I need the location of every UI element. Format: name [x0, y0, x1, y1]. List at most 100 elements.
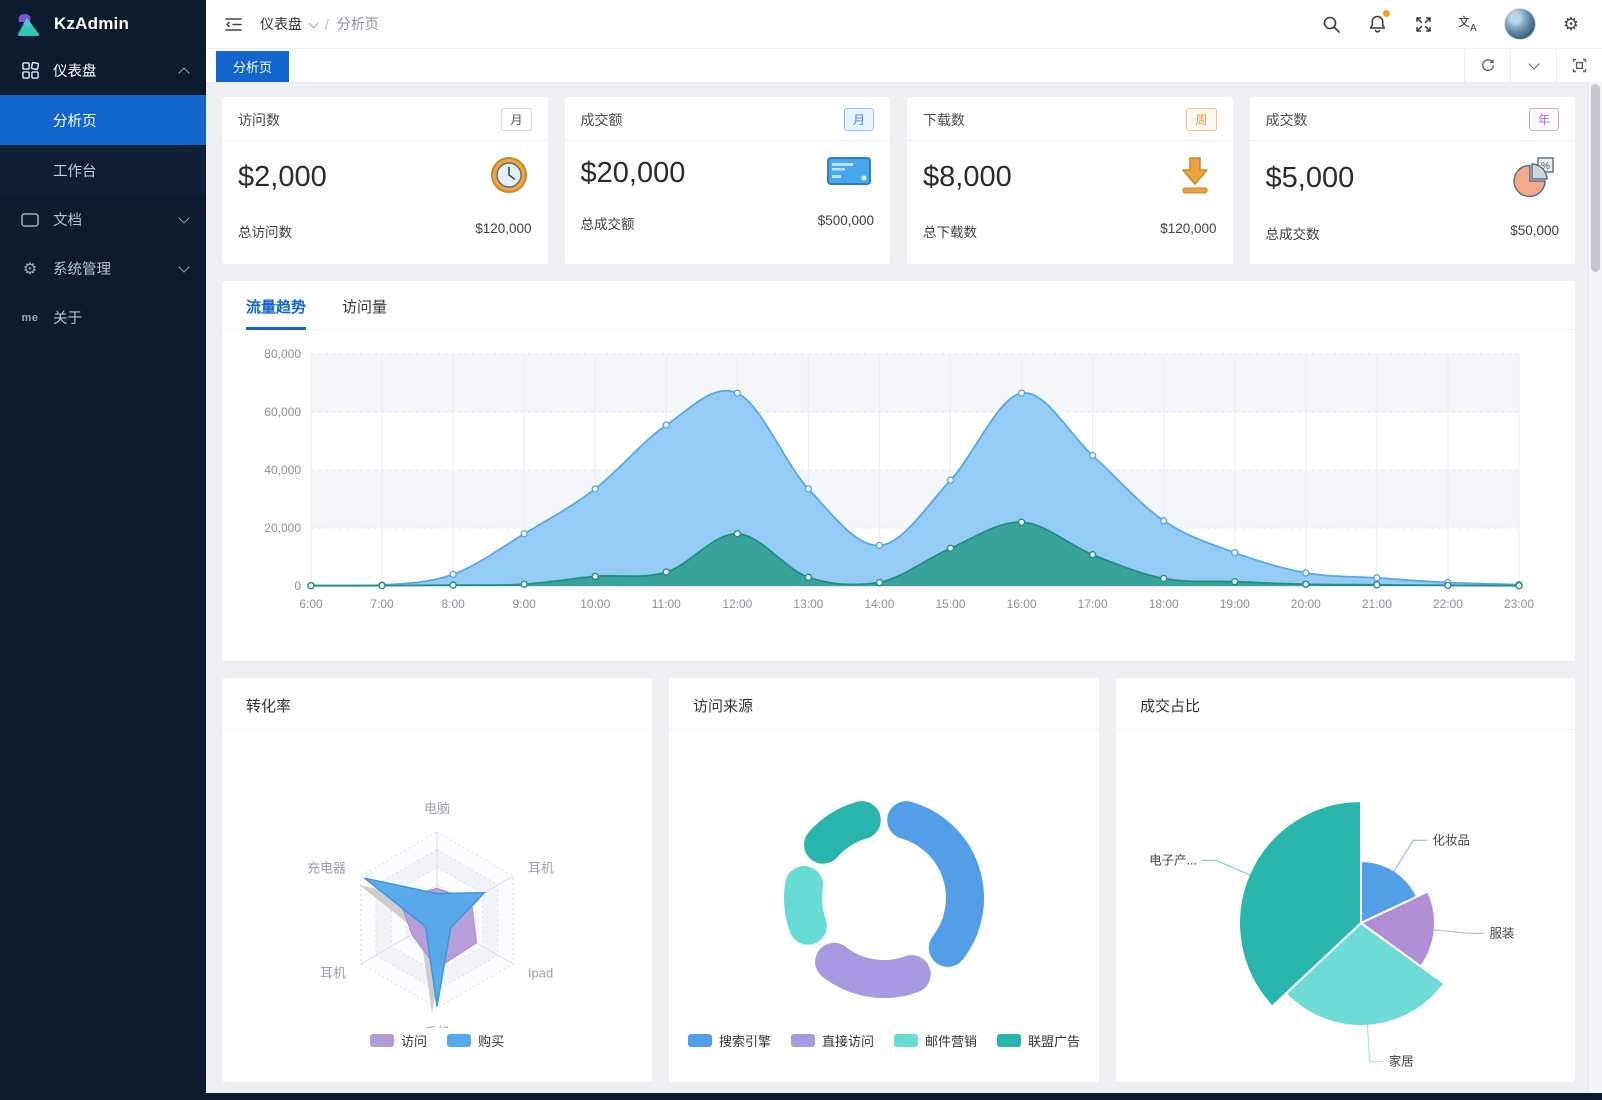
stat-card-title: 访问数 [238, 110, 280, 130]
stat-footer-label: 总成交额 [581, 213, 635, 233]
settings-gear-icon[interactable]: ⚙ [1560, 13, 1582, 35]
sidebar-item-system[interactable]: ⚙ 系统管理 [0, 244, 206, 293]
sidebar-item-about[interactable]: me 关于 [0, 293, 206, 342]
fullscreen-icon[interactable] [1412, 13, 1434, 35]
sidebar-menu: 仪表盘 分析页 工作台 文档 ⚙ 系统管理 me [0, 46, 206, 342]
svg-text:18:00: 18:00 [1148, 597, 1178, 611]
notification-bell-icon[interactable] [1366, 13, 1388, 35]
svg-text:23:00: 23:00 [1503, 597, 1533, 611]
svg-text:17:00: 17:00 [1077, 597, 1107, 611]
download-icon [1175, 154, 1215, 201]
panel-title: 成交占比 [1116, 678, 1575, 730]
tabs-controls [1464, 49, 1602, 82]
stat-card-title: 成交额 [581, 110, 623, 130]
visit-sources-card: 访问来源 搜索引擎 直接访问 邮件营销 联盟广告 [669, 678, 1099, 1082]
sidebar-item-label: 系统管理 [53, 258, 180, 279]
svg-text:13:00: 13:00 [793, 597, 823, 611]
svg-text:8:00: 8:00 [441, 597, 465, 611]
avatar[interactable] [1504, 8, 1536, 40]
sidebar-item-label: 文档 [53, 209, 180, 230]
legend-item[interactable]: 访问 [370, 1031, 427, 1050]
tab-traffic-trend[interactable]: 流量趋势 [246, 296, 306, 329]
svg-text:12:00: 12:00 [722, 597, 752, 611]
scrollbar[interactable] [1588, 82, 1602, 1093]
svg-text:电脑: 电脑 [424, 801, 450, 816]
legend-swatch [997, 1034, 1021, 1047]
stat-card-value: $20,000 [581, 157, 686, 190]
stat-card-body: $20,000 [565, 141, 891, 193]
legend-item[interactable]: 直接访问 [791, 1031, 874, 1050]
translate-icon[interactable]: 文A [1458, 13, 1480, 35]
stat-card-header: 成交额 月 [565, 97, 891, 141]
main-area: 仪表盘 / 分析页 文A ⚙ [206, 0, 1602, 1100]
maximize-icon[interactable] [1556, 49, 1602, 82]
legend-swatch [894, 1034, 918, 1047]
period-badge[interactable]: 月 [844, 108, 874, 131]
sidebar-item-docs[interactable]: 文档 [0, 195, 206, 244]
stat-card-header: 访问数 月 [222, 97, 548, 141]
panel-title: 转化率 [222, 678, 652, 730]
doc-window-icon [20, 212, 40, 228]
sidebar-item-workbench[interactable]: 工作台 [0, 145, 206, 195]
radar-legend: 访问 购买 [222, 1031, 652, 1050]
svg-text:15:00: 15:00 [935, 597, 965, 611]
credit-card-icon [826, 154, 872, 193]
legend-item[interactable]: 购买 [447, 1031, 504, 1050]
collapse-sidebar-icon[interactable] [222, 13, 244, 35]
legend-item[interactable]: 联盟广告 [997, 1031, 1080, 1050]
logo[interactable]: KzAdmin [0, 0, 206, 46]
traffic-trend-chart: 020,00040,00060,00080,0006:007:008:009:0… [229, 338, 1569, 640]
legend-label: 购买 [478, 1031, 504, 1050]
legend-item[interactable]: 邮件营销 [894, 1031, 977, 1050]
period-badge[interactable]: 月 [501, 108, 531, 131]
sidebar-item-label: 关于 [53, 307, 188, 328]
chevron-up-icon [178, 67, 189, 78]
tab-analysis[interactable]: 分析页 [216, 51, 289, 82]
svg-text:耳机: 耳机 [320, 966, 346, 981]
stat-card: 成交数年$5,000%总成交数$50,000 [1250, 97, 1576, 264]
svg-text:14:00: 14:00 [864, 597, 894, 611]
conversion-rate-card: 转化率 电脑耳机Ipad手机耳机充电器 访问购买 [222, 678, 652, 1082]
trend-tabs: 流量趋势 访问量 [222, 281, 1575, 330]
refresh-icon[interactable] [1464, 49, 1510, 82]
svg-text:化妆品: 化妆品 [1433, 833, 1471, 847]
svg-text:文: 文 [1458, 14, 1470, 29]
sidebar-item-dashboard[interactable]: 仪表盘 [0, 46, 206, 95]
topbar-icons: 文A ⚙ [1320, 8, 1582, 40]
legend-swatch [791, 1034, 815, 1047]
breadcrumb-analysis[interactable]: 分析页 [337, 14, 379, 34]
legend-item[interactable]: 搜索引擎 [688, 1031, 771, 1050]
legend-label: 访问 [401, 1031, 427, 1050]
stat-card-value: $2,000 [238, 161, 327, 194]
legend-label: 邮件营销 [925, 1031, 977, 1050]
tabs-chevron-down-icon[interactable] [1510, 49, 1556, 82]
stat-card: 访问数 月 $2,000 总访问数$120,000 [222, 97, 548, 264]
stat-card-footer: 总访问数$120,000 [222, 201, 548, 241]
notification-dot [1383, 10, 1390, 17]
stat-card-title: 下载数 [923, 110, 965, 130]
scrollbar-thumb[interactable] [1591, 84, 1600, 272]
sidebar-item-label: 仪表盘 [53, 60, 180, 81]
stat-card-value: $8,000 [923, 161, 1012, 194]
sidebar: KzAdmin 仪表盘 分析页 工作台 [0, 0, 206, 1100]
sidebar-submenu: 分析页 工作台 [0, 95, 206, 195]
chevron-down-icon [178, 261, 189, 272]
bottom-panels-row: 转化率 电脑耳机Ipad手机耳机充电器 访问购买 访问来源 搜索引擎直接访问邮件… [222, 678, 1575, 1082]
stat-card-header: 下载数 周 [907, 97, 1233, 141]
sidebar-item-analysis[interactable]: 分析页 [0, 95, 206, 145]
period-badge[interactable]: 年 [1529, 108, 1559, 131]
period-badge[interactable]: 周 [1186, 108, 1216, 131]
svg-text:11:00: 11:00 [651, 597, 680, 611]
svg-text:60,000: 60,000 [264, 405, 301, 419]
tab-visit-volume[interactable]: 访问量 [342, 296, 387, 329]
svg-text:6:00: 6:00 [299, 597, 323, 611]
topbar: 仪表盘 / 分析页 文A ⚙ [206, 0, 1602, 49]
search-icon[interactable] [1320, 13, 1342, 35]
panel-title: 访问来源 [669, 678, 1099, 730]
legend-swatch [447, 1034, 471, 1047]
svg-text:40,000: 40,000 [264, 463, 301, 477]
breadcrumb-dashboard[interactable]: 仪表盘 [260, 14, 302, 34]
stat-card-footer: 总成交额$500,000 [565, 193, 891, 233]
breadcrumb: 仪表盘 / 分析页 [260, 14, 379, 34]
stat-footer-label: 总访问数 [238, 221, 292, 241]
